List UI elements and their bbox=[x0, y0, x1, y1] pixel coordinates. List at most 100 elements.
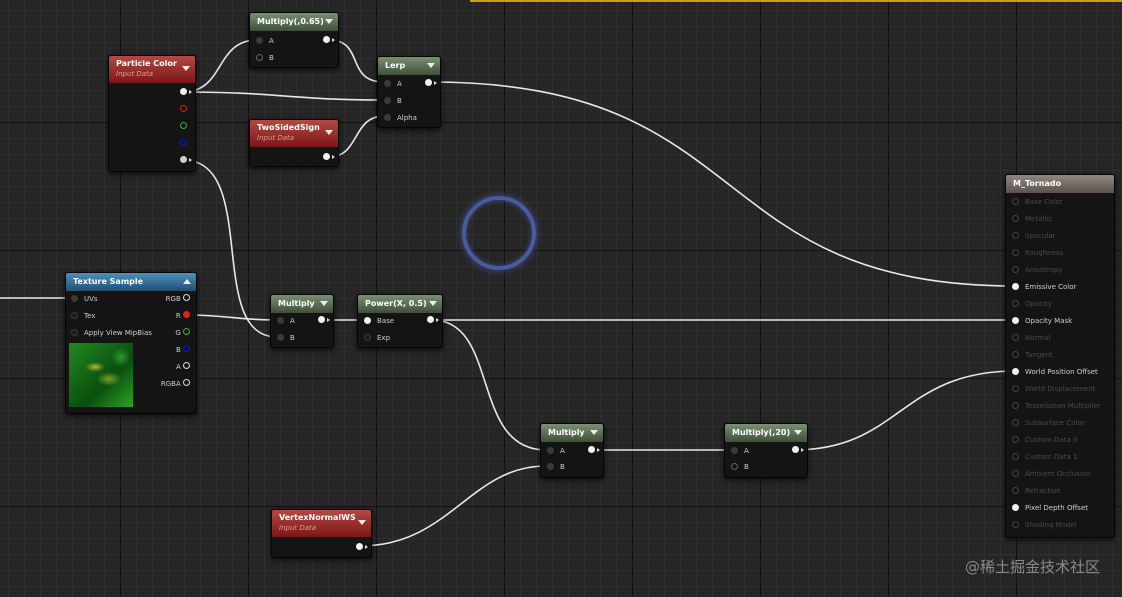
pin-dot-icon[interactable] bbox=[1012, 283, 1019, 290]
pin-dot-icon[interactable] bbox=[1012, 436, 1019, 443]
collapse-arrow-icon[interactable] bbox=[590, 430, 598, 435]
pin-dot-icon[interactable] bbox=[183, 311, 190, 318]
pin-dot-icon[interactable] bbox=[1012, 487, 1019, 494]
pin-dot-icon[interactable] bbox=[1012, 504, 1019, 511]
node-header[interactable]: Particle Color Input Data bbox=[109, 56, 195, 83]
pin-dot-icon[interactable] bbox=[256, 37, 263, 44]
node-vertex-normal-ws[interactable]: VertexNormalWS Input Data bbox=[271, 509, 372, 558]
pin-output[interactable] bbox=[318, 316, 325, 326]
pin-output-rgba[interactable]: RGBA bbox=[161, 379, 190, 389]
node-header[interactable]: Power(X, 0.5) bbox=[358, 295, 442, 313]
node-particle-color[interactable]: Particle Color Input Data bbox=[108, 55, 196, 172]
node-header[interactable]: Multiply(,20) bbox=[725, 424, 807, 442]
pin-dot-icon[interactable] bbox=[792, 446, 799, 453]
pin-dot-icon[interactable] bbox=[180, 88, 187, 95]
material-graph-canvas[interactable]: Multiply(,0.65) A B Particle Color Input… bbox=[0, 0, 1122, 597]
pin-dot-icon[interactable] bbox=[323, 153, 330, 160]
collapse-arrow-icon[interactable] bbox=[325, 19, 333, 24]
node-multiply-1[interactable]: Multiply A B bbox=[270, 294, 334, 348]
pin-dot-icon[interactable] bbox=[71, 329, 78, 336]
node-header[interactable]: TwoSidedSign Input Data bbox=[250, 120, 338, 147]
pin-dot-icon[interactable] bbox=[1012, 198, 1019, 205]
collapse-arrow-icon[interactable] bbox=[427, 63, 435, 68]
pin-dot-icon[interactable] bbox=[547, 463, 554, 470]
pin-dot-icon[interactable] bbox=[1012, 266, 1019, 273]
pin-output-g[interactable]: G bbox=[175, 328, 190, 338]
pin-dot-icon[interactable] bbox=[1012, 470, 1019, 477]
pin-dot-icon[interactable] bbox=[1012, 368, 1019, 375]
pin-dot-icon[interactable] bbox=[277, 334, 284, 341]
pin-dot-icon[interactable] bbox=[364, 334, 371, 341]
pin-dot-icon[interactable] bbox=[277, 317, 284, 324]
pin-dot-icon[interactable] bbox=[180, 122, 187, 129]
pin-dot-icon[interactable] bbox=[1012, 385, 1019, 392]
pin-output-rgb[interactable]: RGB bbox=[166, 294, 190, 304]
pin-dot-icon[interactable] bbox=[318, 316, 325, 323]
pin-output[interactable] bbox=[425, 79, 432, 89]
collapse-arrow-icon[interactable] bbox=[320, 301, 328, 306]
pin-output[interactable] bbox=[356, 543, 363, 553]
pin-dot-icon[interactable] bbox=[731, 447, 738, 454]
collapse-arrow-icon[interactable] bbox=[358, 520, 366, 525]
pin-dot-icon[interactable] bbox=[384, 80, 391, 87]
pin-output-b[interactable]: B bbox=[176, 345, 190, 355]
collapse-arrow-icon[interactable] bbox=[429, 301, 437, 306]
pin-dot-icon[interactable] bbox=[1012, 300, 1019, 307]
collapse-arrow-icon[interactable] bbox=[325, 130, 333, 135]
pin-dot-icon[interactable] bbox=[180, 105, 187, 112]
pin-dot-icon[interactable] bbox=[384, 97, 391, 104]
pin-dot-icon[interactable] bbox=[1012, 232, 1019, 239]
pin-output-g[interactable] bbox=[180, 122, 187, 132]
node-multiply-065[interactable]: Multiply(,0.65) A B bbox=[249, 12, 339, 68]
node-header[interactable]: Texture Sample bbox=[66, 273, 196, 291]
pin-dot-icon[interactable] bbox=[588, 446, 595, 453]
pin-dot-icon[interactable] bbox=[1012, 249, 1019, 256]
pin-dot-icon[interactable] bbox=[427, 316, 434, 323]
pin-dot-icon[interactable] bbox=[183, 362, 190, 369]
pin-dot-icon[interactable] bbox=[731, 463, 738, 470]
node-header[interactable]: VertexNormalWS Input Data bbox=[272, 510, 371, 537]
node-header[interactable]: Lerp bbox=[378, 57, 440, 75]
pin-dot-icon[interactable] bbox=[1012, 351, 1019, 358]
pin-output[interactable] bbox=[792, 446, 799, 456]
pin-dot-icon[interactable] bbox=[256, 54, 263, 61]
node-header[interactable]: M_Tornado bbox=[1006, 175, 1114, 193]
pin-dot-icon[interactable] bbox=[183, 345, 190, 352]
pin-output-a[interactable]: A bbox=[176, 362, 190, 372]
pin-dot-icon[interactable] bbox=[547, 447, 554, 454]
pin-output-r[interactable] bbox=[180, 105, 187, 115]
node-lerp[interactable]: Lerp A B Alpha bbox=[377, 56, 441, 128]
pin-dot-icon[interactable] bbox=[1012, 215, 1019, 222]
pin-dot-icon[interactable] bbox=[183, 294, 190, 301]
pin-output-rgb[interactable] bbox=[180, 88, 187, 98]
pin-output[interactable] bbox=[588, 446, 595, 456]
pin-dot-icon[interactable] bbox=[71, 312, 78, 319]
pin-output[interactable] bbox=[427, 316, 434, 326]
pin-dot-icon[interactable] bbox=[364, 317, 371, 324]
node-multiply-2[interactable]: Multiply A B bbox=[540, 423, 604, 478]
pin-dot-icon[interactable] bbox=[183, 328, 190, 335]
pin-dot-icon[interactable] bbox=[384, 114, 391, 121]
pin-dot-icon[interactable] bbox=[1012, 402, 1019, 409]
pin-output-a[interactable] bbox=[180, 156, 187, 166]
node-header[interactable]: Multiply bbox=[271, 295, 333, 313]
pin-output-b[interactable] bbox=[180, 139, 187, 149]
pin-dot-icon[interactable] bbox=[71, 295, 78, 302]
pin-dot-icon[interactable] bbox=[1012, 453, 1019, 460]
node-header[interactable]: Multiply(,0.65) bbox=[250, 13, 338, 31]
pin-output[interactable] bbox=[323, 153, 330, 163]
collapse-arrow-icon[interactable] bbox=[183, 279, 191, 284]
collapse-arrow-icon[interactable] bbox=[182, 66, 190, 71]
pin-dot-icon[interactable] bbox=[1012, 317, 1019, 324]
node-power[interactable]: Power(X, 0.5) Base Exp bbox=[357, 294, 443, 348]
node-header[interactable]: Multiply bbox=[541, 424, 603, 442]
pin-dot-icon[interactable] bbox=[180, 139, 187, 146]
pin-dot-icon[interactable] bbox=[1012, 419, 1019, 426]
pin-dot-icon[interactable] bbox=[356, 543, 363, 550]
pin-dot-icon[interactable] bbox=[180, 156, 187, 163]
pin-dot-icon[interactable] bbox=[183, 379, 190, 386]
node-two-sided-sign[interactable]: TwoSidedSign Input Data bbox=[249, 119, 339, 167]
pin-dot-icon[interactable] bbox=[1012, 521, 1019, 528]
node-material-result[interactable]: M_Tornado Base Color Metallic Specular Roug… bbox=[1005, 174, 1115, 538]
collapse-arrow-icon[interactable] bbox=[794, 430, 802, 435]
